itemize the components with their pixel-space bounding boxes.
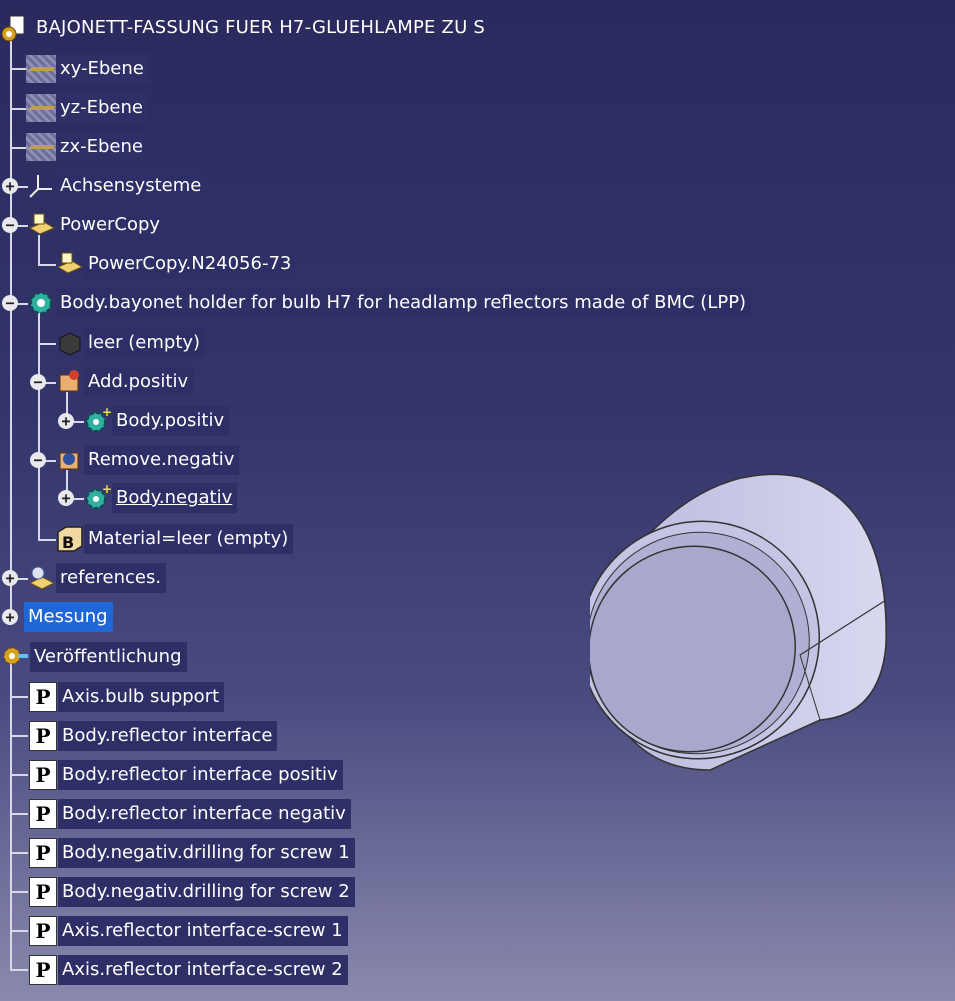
- tree-item-label: Remove.negativ: [84, 445, 240, 475]
- publication-icon: P: [28, 721, 58, 751]
- tree-item-label: zx-Ebene: [56, 132, 148, 162]
- tree-item-label: Add.positiv: [84, 367, 194, 397]
- tree-item-zx-plane[interactable]: zx-Ebene: [26, 130, 148, 164]
- svg-text:B: B: [62, 533, 74, 552]
- expand-button[interactable]: +: [58, 413, 74, 429]
- expand-button[interactable]: +: [2, 570, 18, 586]
- publication-item[interactable]: P Axis.bulb support: [28, 680, 225, 714]
- publication-item[interactable]: P Body.negativ.drilling for screw 1: [28, 836, 355, 870]
- publication-item[interactable]: P Axis.reflector interface-screw 2: [28, 953, 348, 987]
- tree-item-label: Body.negativ.drilling for screw 1: [58, 838, 355, 868]
- tree-branch: [10, 930, 28, 932]
- references-icon: [26, 563, 56, 593]
- expand-button[interactable]: +: [2, 609, 18, 625]
- plane-icon: [26, 54, 56, 84]
- tree-root-label[interactable]: BAJONETT-FASSUNG FUER H7-GLUEHLAMPE ZU S: [36, 17, 485, 38]
- tree-item-add[interactable]: Add.positiv: [54, 365, 194, 399]
- body-gears-icon: +: [82, 483, 112, 513]
- tree-item-label: xy-Ebene: [56, 54, 149, 84]
- collapse-button[interactable]: −: [30, 374, 46, 390]
- tree-item-remove[interactable]: Remove.negativ: [54, 443, 240, 477]
- tree-branch: [10, 774, 28, 776]
- publication-icon: P: [28, 916, 58, 946]
- tree-branch: [10, 813, 28, 815]
- 3d-part-cylinder[interactable]: [590, 465, 895, 780]
- tree-item-label: Body.reflector interface positiv: [58, 760, 343, 790]
- add-boolean-icon: [54, 367, 84, 397]
- tree-item-label: Axis.reflector interface-screw 1: [58, 916, 348, 946]
- material-icon: B: [54, 524, 84, 554]
- tree-item-axis-systems[interactable]: Achsensysteme: [26, 169, 207, 203]
- tree-item-label: Messung: [24, 602, 113, 632]
- tree-item-body-negativ[interactable]: + Body.negativ: [82, 481, 238, 515]
- tree-item-references[interactable]: references.: [26, 561, 167, 595]
- tree-item-powercopy[interactable]: PowerCopy: [26, 208, 166, 242]
- publication-item[interactable]: P Body.reflector interface positiv: [28, 758, 343, 792]
- tree-item-yz-plane[interactable]: yz-Ebene: [26, 91, 148, 125]
- tree-item-label: Body.negativ.drilling for screw 2: [58, 877, 355, 907]
- tree-item-label: Material=leer (empty): [84, 524, 294, 554]
- tree-item-label: Veröffentlichung: [30, 642, 187, 672]
- tree-branch: [10, 852, 28, 854]
- tree-line-root: [10, 40, 12, 615]
- publication-item[interactable]: P Axis.reflector interface-screw 1: [28, 914, 348, 948]
- tree-item-label: Axis.bulb support: [58, 682, 225, 712]
- expand-button[interactable]: +: [2, 178, 18, 194]
- svg-text:+: +: [102, 483, 112, 496]
- publication-icon: P: [28, 955, 58, 985]
- tree-item-label: Body.reflector interface: [58, 721, 278, 751]
- tree-item-label: references.: [56, 563, 167, 593]
- tree-item-label: PowerCopy.N24056-73: [84, 249, 297, 279]
- powercopy-icon: [54, 249, 84, 279]
- tree-branch: [10, 969, 28, 971]
- plane-icon: [26, 93, 56, 123]
- tree-branch: [10, 696, 28, 698]
- product-gear-icon: [0, 14, 30, 44]
- tree-item-xy-plane[interactable]: xy-Ebene: [26, 52, 149, 86]
- solid-cube-icon: [54, 328, 84, 358]
- collapse-button[interactable]: −: [2, 217, 18, 233]
- expand-button[interactable]: +: [58, 490, 74, 506]
- tree-item-label: Body.positiv: [112, 406, 230, 436]
- publication-icon: P: [28, 838, 58, 868]
- tree-item-label: Axis.reflector interface-screw 2: [58, 955, 348, 985]
- publication-item[interactable]: P Body.reflector interface negativ: [28, 797, 351, 831]
- publication-icon: P: [28, 682, 58, 712]
- tree-item-label: leer (empty): [84, 328, 206, 358]
- tree-item-body[interactable]: Body.bayonet holder for bulb H7 for head…: [26, 286, 752, 320]
- publication-gear-icon: [0, 642, 30, 672]
- tree-item-label: yz-Ebene: [56, 93, 148, 123]
- tree-item-leer[interactable]: leer (empty): [54, 326, 206, 360]
- tree-item-label: Body.bayonet holder for bulb H7 for head…: [56, 288, 752, 318]
- publication-icon: P: [28, 799, 58, 829]
- body-gears-icon: [26, 288, 56, 318]
- tree-line-body: [38, 313, 40, 540]
- publication-item[interactable]: P Body.reflector interface: [28, 719, 278, 753]
- plane-icon: [26, 132, 56, 162]
- publication-icon: P: [28, 877, 58, 907]
- tree-item-publication[interactable]: Veröffentlichung: [0, 640, 187, 674]
- powercopy-icon: [26, 210, 56, 240]
- tree-item-label: Achsensysteme: [56, 171, 207, 201]
- tree-branch: [10, 891, 28, 893]
- publication-icon: P: [28, 760, 58, 790]
- tree-item-label: Body.reflector interface negativ: [58, 799, 351, 829]
- tree-branch: [10, 735, 28, 737]
- remove-boolean-icon: [54, 445, 84, 475]
- collapse-button[interactable]: −: [30, 452, 46, 468]
- axis-system-icon: [26, 171, 56, 201]
- collapse-button[interactable]: −: [2, 295, 18, 311]
- tree-item-powercopy-child[interactable]: PowerCopy.N24056-73: [54, 247, 297, 281]
- tree-item-label: Body.negativ: [112, 483, 238, 513]
- tree-line-publication: [10, 660, 12, 970]
- body-gears-icon: +: [82, 406, 112, 436]
- publication-item[interactable]: P Body.negativ.drilling for screw 2: [28, 875, 355, 909]
- tree-item-body-positiv[interactable]: + Body.positiv: [82, 404, 230, 438]
- tree-item-label: PowerCopy: [56, 210, 166, 240]
- tree-root-node[interactable]: [0, 12, 30, 46]
- tree-item-messung[interactable]: Messung: [24, 600, 113, 634]
- tree-item-material[interactable]: B Material=leer (empty): [54, 522, 294, 556]
- svg-text:+: +: [102, 406, 112, 419]
